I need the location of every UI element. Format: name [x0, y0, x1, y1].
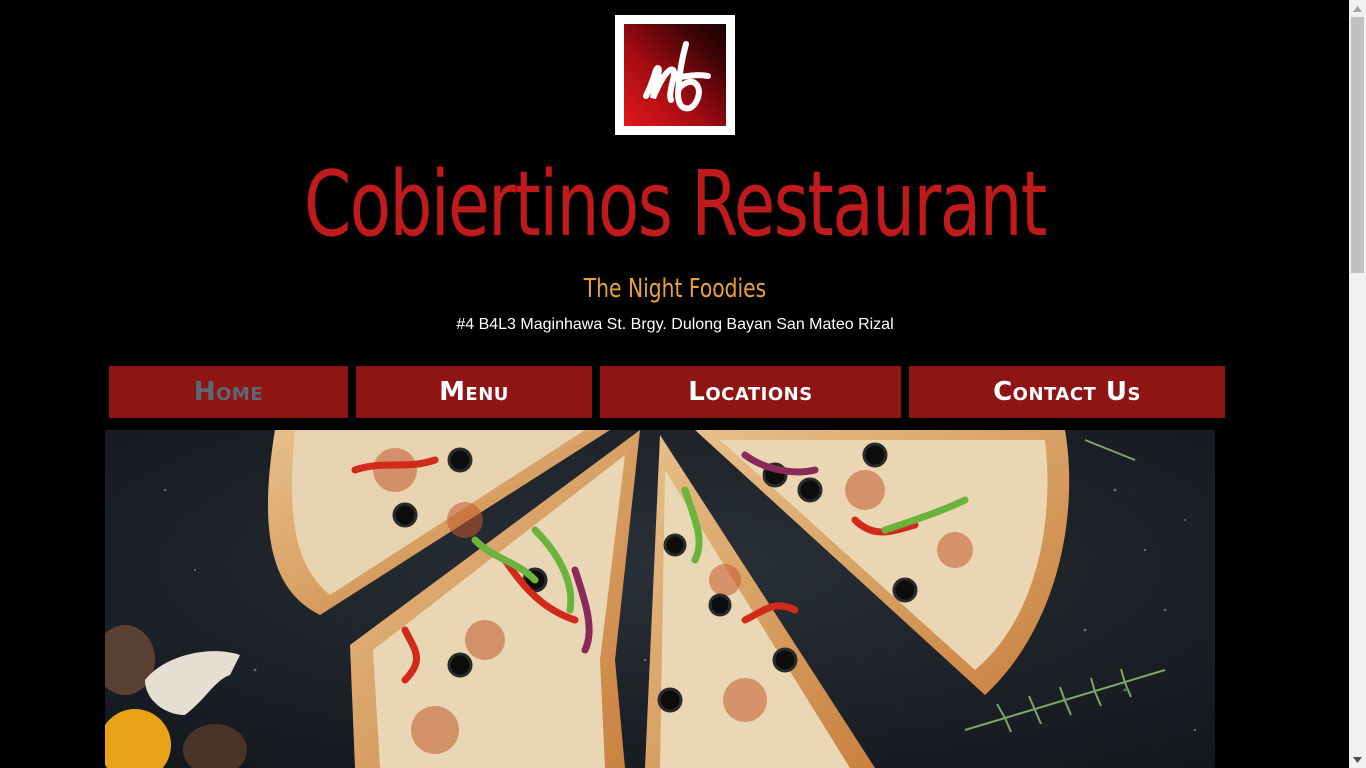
- nav-item-contact-us[interactable]: Contact Us: [909, 366, 1225, 418]
- scrollbar-thumb[interactable]: [1351, 17, 1364, 273]
- nav-item-menu[interactable]: Menu: [356, 366, 592, 418]
- logo-monogram-icon: [643, 41, 711, 112]
- site-title: Cobiertinos Restaurant: [304, 152, 1047, 257]
- vertical-scrollbar[interactable]: [1349, 0, 1366, 768]
- pizza-image-icon: [105, 430, 1215, 768]
- logo-badge: [624, 24, 726, 126]
- site-address: #4 B4L3 Maginhawa St. Brgy. Dulong Bayan…: [456, 316, 894, 333]
- site-tagline: The Night Foodies: [583, 274, 767, 304]
- restaurant-logo[interactable]: [615, 15, 735, 135]
- nav-item-locations[interactable]: Locations: [600, 366, 901, 418]
- nav-item-home[interactable]: Home: [109, 366, 348, 418]
- page: Cobiertinos Restaurant The Night Foodies…: [0, 0, 1366, 768]
- scroll-down-icon[interactable]: [1349, 751, 1366, 768]
- hero-pizza-image: [105, 430, 1215, 768]
- scroll-up-icon[interactable]: [1349, 0, 1366, 17]
